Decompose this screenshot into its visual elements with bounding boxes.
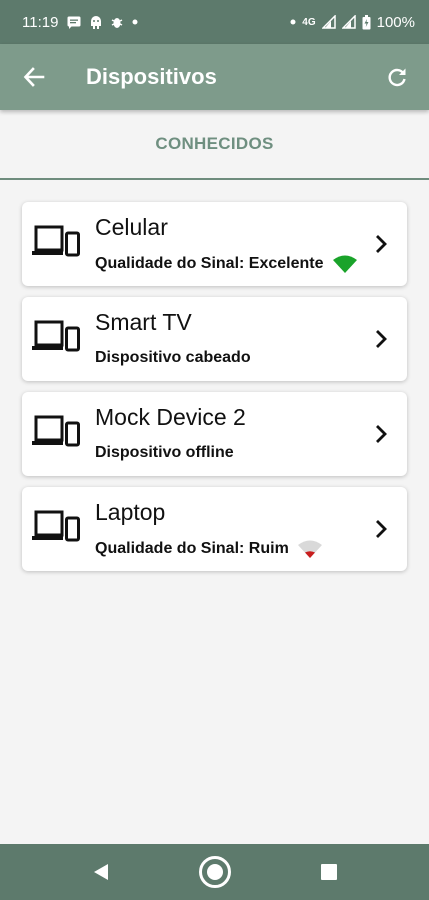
chevron-right-icon	[376, 520, 387, 538]
bug-icon	[111, 15, 123, 29]
signal-icon	[321, 15, 336, 29]
wifi-poor-icon	[297, 540, 322, 558]
device-name: Smart TV	[95, 309, 192, 335]
devices-icon	[32, 510, 80, 542]
status-time: 11:19	[22, 13, 59, 31]
nav-back-button[interactable]	[81, 852, 121, 892]
status-bar: 11:19 4G 100%	[0, 0, 429, 44]
app-bar: Dispositivos	[0, 44, 429, 110]
network-type: 4G	[302, 16, 316, 28]
device-status: Qualidade do Sinal: Ruim	[95, 540, 289, 557]
device-detail: Qualidade do Sinal: Ruim	[95, 539, 323, 559]
dot-icon	[132, 19, 138, 25]
nav-home-button[interactable]	[195, 852, 235, 892]
section-header: CONHECIDOS	[0, 110, 429, 180]
page-title: Dispositivos	[86, 64, 217, 89]
chevron-right-icon	[376, 235, 387, 253]
back-button[interactable]	[18, 61, 50, 93]
circle-home-icon	[198, 856, 231, 888]
status-bar-left: 11:19	[22, 14, 138, 31]
system-nav-bar	[0, 844, 429, 900]
arrow-left-icon	[23, 67, 45, 87]
device-card-celular[interactable]: Celular Qualidade do Sinal: Excelente	[22, 202, 407, 286]
wifi-excellent-icon	[332, 255, 357, 273]
devices-icon	[32, 225, 80, 257]
android-icon	[90, 15, 102, 29]
chevron-right-icon	[376, 425, 387, 443]
battery-percent: 100%	[376, 13, 415, 31]
chevron-right-icon	[376, 330, 387, 348]
device-name: Celular	[95, 214, 168, 240]
device-name: Mock Device 2	[95, 404, 246, 430]
device-status: Dispositivo cabeado	[95, 349, 251, 366]
device-card-smart-tv[interactable]: Smart TV Dispositivo cabeado	[22, 297, 407, 381]
device-detail: Dispositivo cabeado	[95, 349, 251, 367]
device-name: Laptop	[95, 499, 166, 525]
square-recents-icon	[320, 864, 337, 880]
refresh-button[interactable]	[381, 61, 413, 93]
device-status: Qualidade do Sinal: Excelente	[95, 255, 324, 272]
nav-recents-button[interactable]	[309, 852, 349, 892]
device-card-laptop[interactable]: Laptop Qualidade do Sinal: Ruim	[22, 487, 407, 571]
device-detail: Dispositivo offline	[95, 444, 234, 462]
device-card-mock-device-2[interactable]: Mock Device 2 Dispositivo offline	[22, 392, 407, 476]
section-label: CONHECIDOS	[155, 134, 274, 153]
devices-icon	[32, 320, 80, 352]
triangle-back-icon	[93, 864, 108, 880]
refresh-icon	[388, 68, 406, 87]
device-status: Dispositivo offline	[95, 444, 234, 461]
message-icon	[67, 16, 81, 29]
signal-icon	[341, 15, 356, 29]
device-list: Celular Qualidade do Sinal: Excelente Sm…	[22, 202, 407, 582]
status-bar-right: 4G 100%	[290, 14, 415, 31]
battery-icon	[362, 14, 371, 30]
devices-icon	[32, 415, 80, 447]
device-detail: Qualidade do Sinal: Excelente	[95, 254, 358, 274]
dot-icon	[290, 19, 296, 25]
